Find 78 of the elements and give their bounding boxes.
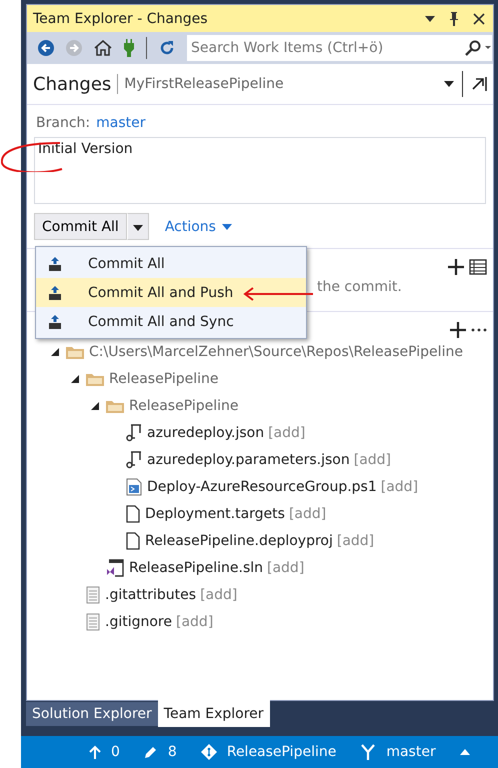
- add-icon[interactable]: [450, 322, 466, 338]
- more-icon[interactable]: [471, 328, 487, 332]
- tree-item[interactable]: Deployment.targets: [145, 506, 285, 522]
- branch-icon: [360, 744, 376, 760]
- upload-icon: [48, 314, 62, 328]
- change-status: [add]: [268, 424, 306, 440]
- outgoing-count[interactable]: 0: [111, 744, 120, 760]
- pin-icon[interactable]: [449, 12, 459, 26]
- branch-label: Branch:: [36, 115, 90, 131]
- commit-dropdown-button[interactable]: [126, 213, 149, 240]
- tree-item[interactable]: .gitignore: [105, 614, 172, 630]
- caret-icon: [132, 225, 143, 231]
- change-status: [add]: [336, 532, 374, 548]
- search-icon[interactable]: [464, 35, 492, 61]
- upload-icon: [48, 286, 62, 300]
- text-file-icon: [86, 612, 100, 630]
- refresh-icon[interactable]: [159, 40, 175, 56]
- up-arrow-icon: [89, 745, 101, 759]
- caret-icon[interactable]: [460, 749, 470, 755]
- repository-status[interactable]: ReleasePipeline: [226, 744, 336, 760]
- expand-arrow-icon[interactable]: [71, 374, 79, 382]
- repository-name[interactable]: MyFirstReleasePipeline: [124, 76, 284, 92]
- commit-button[interactable]: Commit All: [34, 213, 127, 240]
- upload-icon: [48, 256, 62, 270]
- plug-icon[interactable]: [124, 39, 134, 57]
- add-icon[interactable]: [448, 259, 464, 275]
- change-status: [add]: [380, 478, 418, 494]
- back-icon[interactable]: [38, 40, 54, 56]
- hint-text: the commit.: [317, 279, 402, 295]
- commit-message-field[interactable]: Initial Version: [34, 137, 486, 204]
- pencil-icon: [144, 745, 158, 759]
- tree-item[interactable]: Deploy-AzureResourceGroup.ps1: [147, 478, 377, 494]
- solution-icon: [106, 558, 124, 576]
- change-status: [add]: [200, 586, 238, 602]
- git-icon: [200, 744, 217, 760]
- folder-icon: [106, 398, 124, 412]
- text-file-icon: [86, 586, 100, 604]
- close-icon[interactable]: [473, 12, 485, 24]
- expand-arrow-icon[interactable]: [51, 348, 59, 356]
- search-field[interactable]: Search Work Items (Ctrl+ö): [187, 35, 464, 61]
- tree-item[interactable]: C:\Users\MarcelZehner\Source\Repos\ReleasePipeline: [89, 344, 463, 360]
- change-status: [add]: [176, 614, 214, 630]
- undock-icon[interactable]: [471, 76, 487, 92]
- change-status: [add]: [354, 452, 392, 468]
- change-status: [add]: [267, 560, 304, 576]
- annotation-arrow: [243, 287, 315, 301]
- folder-icon: [86, 372, 104, 386]
- tree-item[interactable]: ReleasePipeline.deployproj: [145, 532, 333, 548]
- tree-item[interactable]: azuredeploy.parameters.json: [147, 452, 350, 468]
- branch-status[interactable]: master: [386, 744, 436, 760]
- panel-tab[interactable]: Solution Explorer: [26, 702, 158, 726]
- script-file-icon: [126, 478, 142, 496]
- caret-icon: [222, 224, 232, 230]
- folder-icon: [66, 344, 84, 358]
- home-icon[interactable]: [94, 40, 112, 56]
- branch-link[interactable]: master: [96, 115, 146, 131]
- window-title: Team Explorer - Changes: [33, 10, 209, 26]
- actions-link[interactable]: Actions: [164, 218, 232, 234]
- tree-item[interactable]: ReleasePipeline.sln: [129, 560, 263, 576]
- tree-item[interactable]: ReleasePipeline: [109, 370, 218, 386]
- scroll-icon: [126, 450, 142, 468]
- page-title: Changes: [33, 74, 112, 94]
- expand-arrow-icon[interactable]: [91, 402, 99, 410]
- tree-item[interactable]: ReleasePipeline: [129, 398, 238, 414]
- changes-count[interactable]: 8: [168, 744, 177, 760]
- file-icon: [126, 504, 140, 522]
- list-icon[interactable]: [469, 259, 487, 275]
- scroll-icon: [126, 424, 142, 442]
- dropdown-icon[interactable]: [444, 81, 454, 87]
- dropdown-icon[interactable]: [425, 16, 435, 22]
- panel-tab[interactable]: Team Explorer: [158, 700, 270, 727]
- change-status: [add]: [288, 506, 326, 522]
- menu-item[interactable]: Commit All and Sync: [36, 307, 306, 336]
- menu-item[interactable]: Commit All: [36, 249, 306, 278]
- menu-item[interactable]: Commit All and Push: [36, 278, 306, 307]
- file-icon: [126, 532, 140, 550]
- tree-item[interactable]: .gitattributes: [105, 586, 196, 602]
- tree-item[interactable]: azuredeploy.json: [147, 424, 264, 440]
